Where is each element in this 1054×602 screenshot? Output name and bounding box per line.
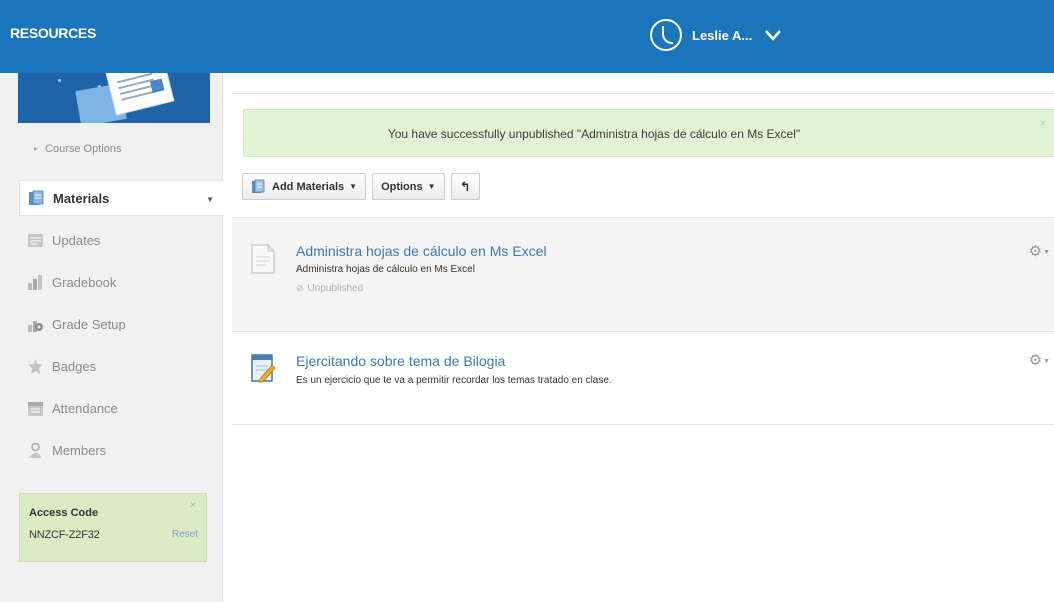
success-message: You have successfully unpublished "Admin… bbox=[243, 109, 1054, 157]
brand-label[interactable]: RESOURCES bbox=[10, 25, 96, 41]
sidebar: ▸ Course Options Materials ▼ Updates Grad… bbox=[0, 73, 224, 602]
sidebar-item-updates[interactable]: Updates bbox=[19, 219, 224, 261]
document-icon bbox=[251, 244, 275, 274]
sidebar-item-members[interactable]: Members bbox=[19, 429, 224, 471]
sidebar-item-label: Materials bbox=[53, 190, 110, 206]
caret-down-icon: ▼ bbox=[427, 182, 436, 191]
unpublished-icon: ⊘ bbox=[296, 283, 304, 293]
updates-icon bbox=[28, 233, 43, 247]
course-cover-image bbox=[18, 73, 210, 123]
material-description: Es un ejercicio que te va a permitir rec… bbox=[296, 375, 612, 386]
gear-icon[interactable]: ⚙▼ bbox=[1029, 351, 1050, 369]
grade-setup-icon bbox=[28, 320, 43, 332]
course-options-label: Course Options bbox=[45, 143, 122, 155]
caret-down-icon: ▼ bbox=[206, 195, 214, 204]
options-label: Options bbox=[381, 180, 423, 193]
attendance-icon bbox=[28, 401, 43, 416]
material-description: Administra hojas de cálculo en Ms Excel bbox=[296, 264, 475, 275]
user-name: Leslie A... bbox=[692, 27, 753, 43]
chevron-down-icon bbox=[765, 30, 782, 41]
sidebar-item-label: Members bbox=[52, 442, 107, 458]
list-item[interactable]: Administra hojas de cálculo en Ms Excel … bbox=[232, 217, 1054, 332]
sidebar-nav: Materials ▼ Updates Gradebook Grade Setu… bbox=[19, 180, 224, 471]
sidebar-item-label: Attendance bbox=[52, 400, 118, 416]
close-icon[interactable]: × bbox=[1040, 118, 1046, 130]
gear-icon[interactable]: ⚙▼ bbox=[1029, 242, 1050, 260]
course-options-link[interactable]: ▸ Course Options bbox=[34, 143, 121, 155]
add-materials-label: Add Materials bbox=[272, 180, 345, 193]
user-avatar-icon bbox=[650, 19, 682, 51]
status-label: Unpublished bbox=[307, 283, 364, 294]
sidebar-item-label: Badges bbox=[52, 358, 97, 374]
members-icon bbox=[29, 442, 42, 458]
caret-right-icon: ▸ bbox=[34, 144, 39, 153]
success-message-text: You have successfully unpublished "Admin… bbox=[387, 127, 801, 141]
sidebar-item-badges[interactable]: Badges bbox=[19, 345, 224, 387]
undo-icon: ↰ bbox=[459, 178, 471, 194]
material-title-link[interactable]: Ejercitando sobre tema de Bilogia bbox=[296, 353, 505, 369]
materials-toolbar: Add Materials ▼ Options ▼ ↰ bbox=[242, 173, 486, 200]
access-code-label: Access Code bbox=[29, 507, 99, 519]
sidebar-item-grade-setup[interactable]: Grade Setup bbox=[19, 303, 224, 345]
materials-icon bbox=[29, 190, 44, 205]
divider bbox=[232, 93, 1054, 94]
sidebar-item-label: Updates bbox=[52, 232, 101, 248]
sidebar-item-attendance[interactable]: Attendance bbox=[19, 387, 224, 429]
sidebar-item-label: Grade Setup bbox=[52, 316, 126, 332]
gradebook-icon bbox=[28, 274, 42, 290]
list-item[interactable]: Ejercitando sobre tema de Bilogia Es un … bbox=[232, 333, 1054, 425]
sidebar-item-materials[interactable]: Materials ▼ bbox=[19, 180, 224, 216]
caret-down-icon: ▼ bbox=[349, 182, 358, 191]
unpublished-status: ⊘ Unpublished bbox=[296, 283, 363, 294]
access-code-panel: × Access Code NNZCF-Z2F32 Reset bbox=[19, 493, 207, 562]
options-button[interactable]: Options ▼ bbox=[372, 173, 445, 200]
user-menu[interactable]: Leslie A... bbox=[650, 19, 782, 51]
sidebar-item-label: Gradebook bbox=[52, 274, 117, 290]
sidebar-item-gradebook[interactable]: Gradebook bbox=[19, 261, 224, 303]
badge-icon bbox=[28, 358, 43, 374]
material-title-link[interactable]: Administra hojas de cálculo en Ms Excel bbox=[296, 243, 547, 259]
main-content: You have successfully unpublished "Admin… bbox=[224, 73, 1054, 602]
reset-access-code-link[interactable]: Reset bbox=[172, 529, 198, 540]
access-code-value: NNZCF-Z2F32 bbox=[29, 529, 100, 541]
add-materials-button[interactable]: Add Materials ▼ bbox=[242, 173, 367, 200]
top-navigation-bar: RESOURCES Leslie A... bbox=[0, 0, 1054, 73]
close-icon[interactable]: × bbox=[190, 500, 196, 511]
add-materials-icon bbox=[252, 179, 265, 193]
assignment-icon bbox=[251, 354, 276, 383]
undo-button[interactable]: ↰ bbox=[450, 173, 480, 200]
